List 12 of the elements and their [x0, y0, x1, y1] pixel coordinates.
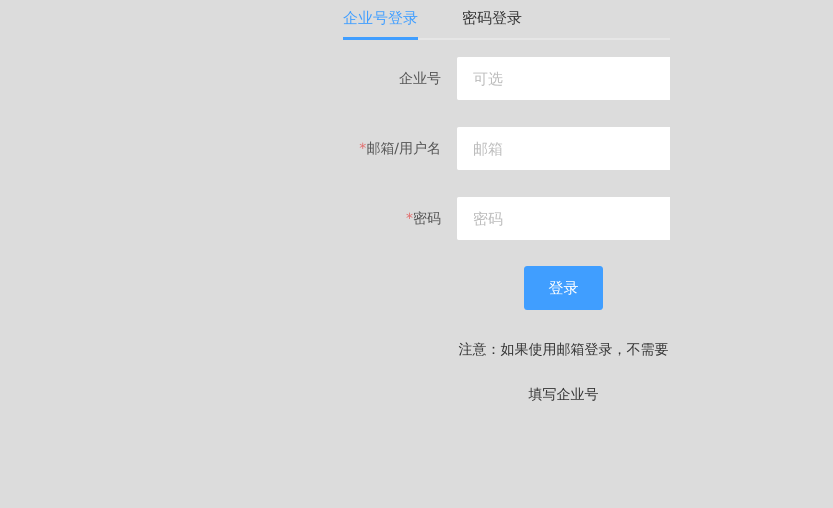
note-text: 注意：如果使用邮箱登录，不需要填写企业号	[458, 341, 670, 405]
tab[interactable]: 企业号登录	[343, 6, 418, 40]
required-mark: *	[359, 140, 366, 156]
field-label: 企业号	[399, 70, 441, 86]
field-label: 密码	[413, 210, 441, 226]
input-field[interactable]: 密码	[457, 197, 670, 240]
input-field[interactable]: 可选	[457, 57, 670, 100]
login-button[interactable]: 登录	[524, 266, 603, 310]
field-label: 邮箱/用户名	[366, 140, 441, 156]
required-mark: *	[406, 210, 413, 226]
input-field[interactable]: 邮箱	[457, 127, 670, 170]
tab[interactable]: 密码登录	[462, 6, 522, 38]
